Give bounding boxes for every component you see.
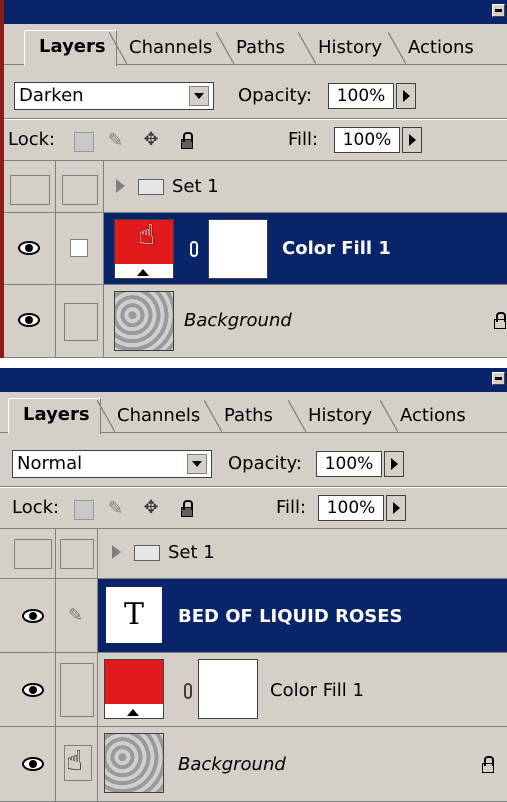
color-fill-thumbnail[interactable]: [104, 659, 164, 719]
layer-name: Set 1: [172, 176, 219, 197]
opacity-input[interactable]: 100%: [316, 451, 382, 477]
layers-panel-top: Layers Channels Paths History Actions Da…: [0, 0, 507, 358]
hand-cursor-icon: ☝: [138, 218, 156, 251]
tab-history[interactable]: History: [288, 400, 378, 432]
transparency-lock-icon[interactable]: [74, 132, 94, 152]
tab-channels[interactable]: Channels: [97, 400, 206, 432]
eye-icon[interactable]: [22, 757, 44, 771]
tab-actions[interactable]: Actions: [388, 32, 480, 64]
lock-icon: [494, 312, 506, 329]
hand-cursor-icon: ☝: [66, 744, 84, 777]
opacity-label: Opacity:: [238, 85, 312, 106]
layer-mask-thumbnail[interactable]: [198, 659, 258, 719]
brush-icon[interactable]: ✎: [108, 132, 123, 150]
layer-row-text[interactable]: ✎ T BED OF LIQUID ROSES: [0, 579, 507, 653]
mask-link-icon[interactable]: [184, 683, 192, 699]
layer-mask-thumbnail[interactable]: [208, 219, 268, 279]
layer-name: Background: [178, 754, 286, 775]
layer-row-background[interactable]: ☝ Background: [0, 727, 507, 802]
eye-icon[interactable]: [18, 241, 40, 255]
text-layer-thumbnail[interactable]: T: [104, 585, 164, 645]
brush-status-icon[interactable]: [70, 239, 88, 257]
panel-titlebar: [0, 368, 507, 392]
fill-label: Fill:: [288, 129, 319, 150]
brush-icon[interactable]: ✎: [108, 500, 123, 518]
fill-arrow-button[interactable]: [402, 127, 422, 153]
panel-tabs: Layers Channels Paths History Actions: [0, 392, 507, 434]
tab-actions[interactable]: Actions: [380, 400, 472, 432]
layer-name: Background: [184, 310, 292, 331]
link-toggle[interactable]: [60, 663, 94, 717]
visibility-toggle[interactable]: [14, 539, 52, 569]
panel-tabs: Layers Channels Paths History Actions: [4, 24, 507, 66]
expand-arrow-icon[interactable]: [116, 179, 125, 193]
minimize-button[interactable]: [492, 4, 505, 17]
eye-icon[interactable]: [22, 609, 44, 623]
fill-label: Fill:: [276, 497, 307, 518]
layer-row-background[interactable]: Background: [4, 285, 507, 358]
layer-row-colorfill[interactable]: ☝ Color Fill 1: [4, 213, 507, 285]
move-icon[interactable]: ✥: [142, 131, 160, 149]
opacity-label: Opacity:: [228, 453, 302, 474]
link-toggle[interactable]: [64, 303, 98, 341]
fill-input[interactable]: 100%: [318, 495, 384, 521]
layer-name: BED OF LIQUID ROSES: [178, 606, 403, 627]
lock-label: Lock:: [8, 129, 56, 150]
layer-row-set[interactable]: Set 1: [0, 529, 507, 579]
blend-mode-value: Darken: [19, 85, 84, 106]
background-thumbnail[interactable]: [114, 291, 174, 351]
opacity-arrow-button[interactable]: [396, 83, 416, 109]
eye-icon[interactable]: [22, 683, 44, 697]
lock-icon[interactable]: [181, 500, 193, 517]
opacity-input[interactable]: 100%: [328, 83, 394, 109]
fill-input[interactable]: 100%: [334, 127, 400, 153]
minimize-button[interactable]: [492, 372, 505, 385]
layer-name: Color Fill 1: [282, 238, 391, 259]
eye-icon[interactable]: [18, 313, 40, 327]
fill-arrow-button[interactable]: [386, 495, 406, 521]
layer-name: Color Fill 1: [270, 680, 364, 701]
lock-icon: [482, 756, 494, 773]
panel-titlebar: [4, 0, 507, 24]
tab-layers[interactable]: Layers: [24, 30, 117, 66]
tab-history[interactable]: History: [298, 32, 388, 64]
background-thumbnail[interactable]: [104, 733, 164, 793]
mask-link-icon[interactable]: [190, 241, 198, 257]
tab-paths[interactable]: Paths: [216, 32, 291, 64]
tab-layers[interactable]: Layers: [8, 398, 101, 434]
blend-mode-select[interactable]: Normal: [12, 450, 212, 478]
blend-mode-value: Normal: [17, 453, 83, 474]
layer-row-colorfill[interactable]: Color Fill 1: [0, 653, 507, 727]
lock-label: Lock:: [12, 497, 60, 518]
transparency-lock-icon[interactable]: [74, 500, 94, 520]
folder-icon: [134, 545, 160, 561]
link-toggle[interactable]: [62, 175, 98, 205]
tab-channels[interactable]: Channels: [109, 32, 218, 64]
move-icon[interactable]: ✥: [142, 499, 160, 517]
folder-icon: [138, 179, 164, 195]
layer-name: Set 1: [168, 542, 215, 563]
opacity-arrow-button[interactable]: [384, 451, 404, 477]
brush-status-icon[interactable]: ✎: [68, 607, 83, 625]
blend-mode-select[interactable]: Darken: [14, 82, 214, 110]
layer-row-set[interactable]: Set 1: [4, 161, 507, 213]
expand-arrow-icon[interactable]: [112, 545, 121, 559]
visibility-toggle[interactable]: [10, 175, 50, 205]
link-toggle[interactable]: [60, 539, 94, 569]
chevron-down-icon[interactable]: [189, 86, 209, 106]
chevron-down-icon[interactable]: [187, 454, 207, 474]
layers-panel-bottom: Layers Channels Paths History Actions No…: [0, 368, 507, 802]
tab-paths[interactable]: Paths: [204, 400, 279, 432]
lock-icon[interactable]: [181, 132, 193, 149]
